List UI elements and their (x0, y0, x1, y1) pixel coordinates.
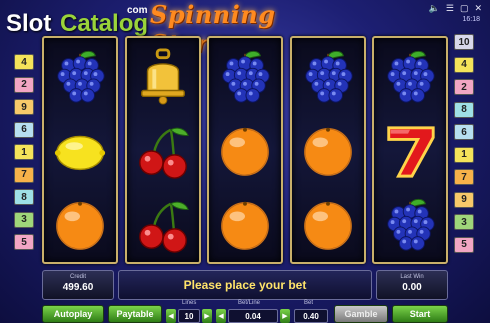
lines-value: 10 (178, 309, 200, 323)
seven-icon (374, 114, 446, 188)
payline-indicator: 5 (454, 236, 474, 253)
game-title: Spinning Stars (150, 0, 276, 58)
payline-indicator: 5 (14, 234, 34, 250)
reel (124, 36, 201, 264)
reel (42, 36, 118, 264)
grapes-icon (44, 40, 116, 114)
credit-value: 499.60 (62, 282, 94, 293)
payline-indicator: 1 (14, 144, 34, 160)
gamble-button[interactable]: Gamble (334, 305, 388, 323)
sound-icon[interactable]: 🔈 (429, 3, 440, 14)
orange-icon (292, 188, 364, 262)
clock: 16:18 (462, 16, 480, 23)
payline-indicator: 4 (454, 56, 474, 73)
payline-indicator: 9 (14, 99, 34, 115)
fullscreen-icon[interactable]: ▢ (460, 3, 469, 14)
reel (207, 36, 283, 264)
last-win-value: 0.00 (402, 282, 422, 293)
grapes-icon (374, 188, 446, 262)
credit-label: Credit (69, 274, 86, 280)
control-bar: Autoplay Paytable Lines ◀ 10 ▶ Bet/Line … (42, 300, 448, 323)
reels-area (42, 36, 448, 264)
grapes-icon (292, 40, 364, 114)
payline-indicator: 7 (454, 169, 474, 185)
close-icon[interactable]: ✕ (474, 3, 482, 14)
payline-indicator: 3 (14, 211, 34, 228)
autoplay-button[interactable]: Autoplay (42, 305, 104, 323)
lines-increase-button[interactable]: ▶ (202, 309, 212, 323)
payline-indicator: 6 (454, 124, 474, 140)
payline-indicator: 8 (14, 189, 34, 205)
bet-line-value: 0.04 (228, 309, 278, 323)
payline-indicator: 2 (454, 79, 474, 95)
payline-indicators-left: 4 2 9 6 1 7 8 3 5 (14, 54, 36, 257)
payline-indicator: 6 (14, 121, 34, 138)
grapes-icon (209, 40, 281, 114)
payline-indicators-right: 10 4 2 8 6 1 7 9 3 5 (454, 34, 476, 259)
top-icons: 🔈 ☰ ▢ ✕ (429, 3, 482, 14)
bet-line-decrease-button[interactable]: ◀ (216, 309, 226, 323)
payline-indicator: 10 (454, 34, 474, 50)
cherries-icon (127, 114, 199, 188)
orange-icon (292, 114, 364, 188)
reel (289, 36, 366, 264)
payline-indicator: 2 (14, 76, 34, 93)
message-display: Please place your bet (118, 270, 372, 300)
bet-value: 0.40 (294, 309, 328, 323)
bell-icon (127, 40, 199, 114)
bet-line-label: Bet/Line (238, 300, 261, 306)
logo-com-text: com (127, 5, 148, 16)
paytable-button[interactable]: Paytable (108, 305, 162, 323)
orange-icon (209, 188, 281, 262)
payline-indicator: 1 (454, 146, 474, 163)
orange-icon (209, 114, 281, 188)
last-win-label: Last Win (400, 274, 424, 280)
payline-indicator: 3 (454, 214, 474, 230)
last-win-display: Last Win 0.00 (376, 270, 448, 300)
lines-decrease-button[interactable]: ◀ (166, 309, 176, 323)
settings-icon[interactable]: ☰ (446, 3, 454, 14)
bet-line-increase-button[interactable]: ▶ (280, 309, 290, 323)
lemon-icon (44, 114, 116, 188)
logo-slot-text: Slot (6, 10, 52, 37)
info-bar: Credit 499.60 Please place your bet Last… (42, 270, 448, 300)
bet-label: Bet (304, 300, 314, 306)
payline-indicator: 7 (14, 166, 34, 183)
start-button[interactable]: Start (392, 305, 448, 323)
payline-indicator: 8 (454, 101, 474, 118)
cherries-icon (127, 188, 199, 262)
reel (372, 36, 448, 264)
credit-display: Credit 499.60 (42, 270, 114, 300)
orange-icon (44, 188, 116, 262)
grapes-icon (374, 40, 446, 114)
payline-indicator: 9 (454, 191, 474, 208)
payline-indicator: 4 (14, 54, 34, 70)
lines-label: Lines (182, 300, 197, 306)
